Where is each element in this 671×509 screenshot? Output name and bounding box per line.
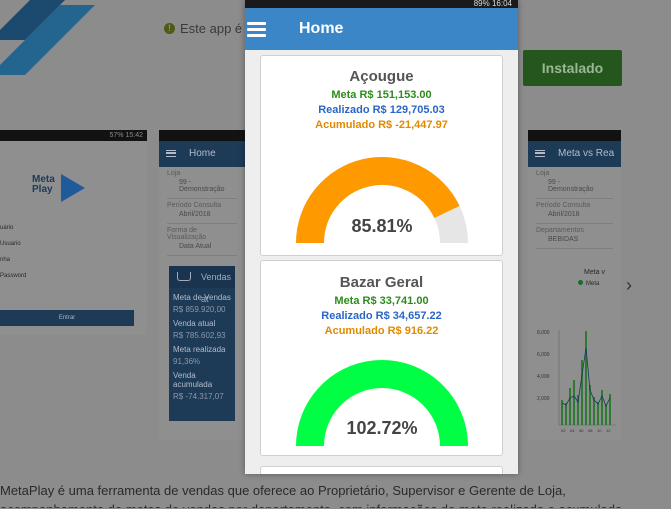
compatibility-notice: ! Este app é [164,21,242,36]
thumb-app-bar: Meta vs Rea [528,141,621,167]
thumb-field-label: Loja [167,170,181,177]
thumb-y-tick: 6,000 [537,352,550,358]
thumb-field-value: Abril/2018 [167,209,237,224]
warning-icon: ! [164,23,175,34]
thumb-field-label: Forma de Visualização [167,227,207,241]
app-description-line-2: acompanhamento de metas de vendas por de… [0,502,671,508]
menu-icon [535,150,545,157]
thumb-field-value: 99 - Demonstração [536,177,613,199]
acumulado-value: Acumulado R$ -21,447.97 [315,119,448,131]
metaplay-logo-graphic [0,0,95,75]
thumb-status-bar: 57% 15:42 [0,130,147,141]
thumb-logo-text: Meta Play [32,174,55,195]
thumb-x-tick: 04 [570,428,575,433]
department-name: Bazar Geral [339,274,424,291]
thumb-field-value: Data Atual [167,241,237,256]
meta-value: Meta R$ 33,741.00 [334,295,429,307]
thumb-kv-row: Venda atual R$ 785.602,93 [173,319,226,340]
thumb-x-tick: 02 [561,428,566,433]
app-description: MetaPlay é uma ferramenta de vendas que … [0,483,566,498]
acumulado-value: Acumulado R$ 916.22 [324,325,439,337]
menu-icon[interactable] [247,22,266,37]
meta-value: Meta R$ 151,153.00 [331,89,432,101]
phone-screenshot: 89% 16:04 Home Açougue Meta R$ 151,153.0… [245,0,518,474]
thumb-x-tick: 06 [579,428,584,433]
gauge-percent: 102.72% [346,418,418,438]
thumb-chart-title: Meta v [583,269,605,276]
department-name: Açougue [349,68,414,85]
gauge-chart: 102.72% [296,351,468,447]
thumb-y-tick: 4,000 [537,374,550,380]
gauge-chart: 85.81% [296,148,468,244]
app-bar: Home [245,8,518,50]
screenshot-thumbnail-home[interactable]: Home Loja 99 - Demonstração Período Cons… [159,130,245,440]
thumb-field-label: Período Consulta [536,202,591,209]
thumb-y-tick: 2,000 [537,396,550,402]
cart-icon [177,272,191,281]
status-bar: 89% 16:04 [245,0,518,8]
department-card: Açougue Meta R$ 151,153.00 Realizado R$ … [260,55,503,256]
chevron-right-icon[interactable]: › [626,275,632,296]
page-title: Home [299,20,344,37]
thumb-field-value: BEBIDAS [536,234,613,249]
screenshot-thumbnail-meta-vs-real[interactable]: Meta vs Rea Loja 99 - Demonstração Perío… [528,130,621,440]
thumb-status-bar [159,130,245,141]
thumb-sales-panel: Vendas at Meta de VendasR$ 859.920,00 Ve… [169,266,235,421]
thumb-mini-chart: 8,000 6,000 4,000 2,000 02 04 06 08 10 1… [537,330,616,433]
thumb-field-label: Departamentos [536,227,584,234]
department-card [260,466,503,474]
thumb-panel-title: Vendas at [169,266,235,304]
thumb-chart-legend: Meta [528,280,621,287]
realizado-value: Realizado R$ 129,705.03 [318,104,445,116]
menu-icon [166,150,176,157]
realizado-value: Realizado R$ 34,657.22 [321,310,442,322]
notice-text: Este app é [180,21,243,36]
play-logo-icon [61,174,85,202]
thumb-x-tick: 12 [606,428,611,433]
screenshot-thumbnail-login[interactable]: 57% 15:42 Meta Play uário Usuario nha Pa… [0,130,147,335]
thumb-status-bar [528,130,621,141]
gauge-percent: 85.81% [351,216,413,236]
thumb-login-fields: uário Usuario nha Password [0,225,27,279]
thumb-x-tick: 10 [597,428,602,433]
thumb-app-bar: Home [159,141,245,167]
thumb-field-label: Período Consulta [167,202,222,209]
thumb-y-tick: 8,000 [537,330,550,336]
installed-button[interactable]: Instalado [523,50,622,86]
thumb-enter-button: Entrar [0,310,134,326]
thumb-field-value: 99 - Demonstração [167,177,237,199]
department-card-list[interactable]: Açougue Meta R$ 151,153.00 Realizado R$ … [245,50,518,474]
thumb-kv-row: Meta realizada 91,36% [173,345,226,366]
department-card: Bazar Geral Meta R$ 33,741.00 Realizado … [260,260,503,456]
thumb-x-tick: 08 [588,428,593,433]
thumb-field-label: Loja [536,170,550,177]
thumb-field-value: Abril/2018 [536,209,613,224]
thumb-kv-row: Venda acumulada R$ -74.317,07 [173,371,224,401]
